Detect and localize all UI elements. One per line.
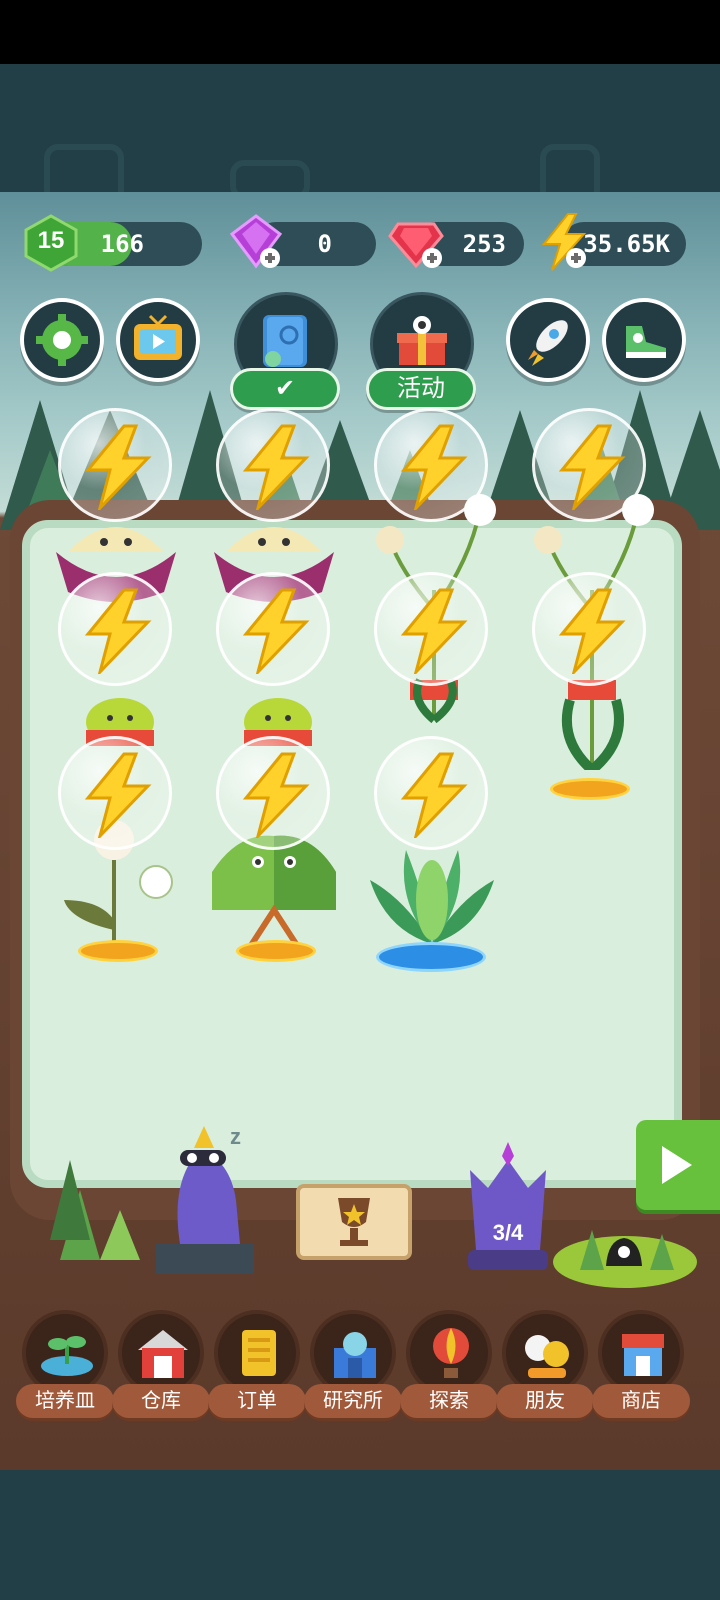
lightning-icon <box>558 588 626 674</box>
energy-bubble[interactable] <box>532 408 646 522</box>
energy-bubble[interactable] <box>532 572 646 686</box>
monster-statue-icon[interactable] <box>150 1120 260 1280</box>
statue-progress: 3/4 <box>492 1220 524 1245</box>
nav-label: 商店 <box>592 1384 690 1418</box>
barn-icon <box>138 1330 188 1378</box>
friends-icon <box>525 1335 569 1378</box>
watch-ad-button[interactable] <box>116 298 200 382</box>
shop-icon <box>622 1334 664 1376</box>
rocket-icon <box>528 320 568 366</box>
purple-gem-plus-icon[interactable] <box>226 212 286 272</box>
lightning-icon <box>400 752 468 838</box>
purple-statue-icon[interactable] <box>458 1140 558 1274</box>
lightning-icon <box>84 424 152 510</box>
nav-petri-dish[interactable]: 培养皿 <box>16 1310 114 1422</box>
plant-pot <box>550 778 630 800</box>
energy-bubble[interactable] <box>216 572 330 686</box>
energy-bubble[interactable] <box>216 736 330 850</box>
nav-friends[interactable]: 朋友 <box>496 1310 594 1422</box>
gear-icon <box>36 314 88 366</box>
energy-value: 35.65K <box>583 230 670 258</box>
pine-tree-decoration <box>50 1160 140 1260</box>
scroll-icon <box>242 1330 276 1376</box>
nav-warehouse[interactable]: 仓库 <box>112 1310 210 1422</box>
energy-bubble[interactable] <box>58 736 172 850</box>
header-pattern <box>0 64 720 204</box>
boost-button[interactable] <box>506 298 590 382</box>
lightning-icon <box>84 588 152 674</box>
red-gem-plus-icon[interactable] <box>386 212 446 272</box>
lightning-icon <box>84 752 152 838</box>
nav-label: 研究所 <box>304 1384 402 1418</box>
hot-air-balloon-icon <box>433 1328 469 1378</box>
nav-label: 探索 <box>400 1384 498 1418</box>
book-icon <box>263 315 307 367</box>
energy-bubble[interactable] <box>374 572 488 686</box>
nav-orders[interactable]: 订单 <box>208 1310 306 1422</box>
lightning-icon <box>558 424 626 510</box>
lab-building-icon <box>334 1332 376 1378</box>
energy-bubble[interactable] <box>216 408 330 522</box>
plant-pot-rare <box>376 942 486 972</box>
nav-label: 订单 <box>208 1384 306 1418</box>
play-arrow-icon <box>662 1146 692 1184</box>
nest-creature-icon[interactable] <box>550 1210 700 1290</box>
lightning-icon <box>242 424 310 510</box>
sleep-mark: z <box>230 1124 241 1149</box>
xp-value: 166 <box>100 230 144 258</box>
sneaker-icon <box>626 326 666 358</box>
nav-label: 培养皿 <box>16 1384 114 1418</box>
footer-pattern <box>0 1470 720 1600</box>
status-bar <box>0 0 720 64</box>
lightning-icon <box>242 588 310 674</box>
nav-shop[interactable]: 商店 <box>592 1310 690 1422</box>
energy-bubble[interactable] <box>374 736 488 850</box>
nav-explore[interactable]: 探索 <box>400 1310 498 1422</box>
nav-research[interactable]: 研究所 <box>304 1310 402 1422</box>
level-number: 15 <box>37 227 65 254</box>
bush-creature-icon <box>212 835 336 952</box>
energy-bubble[interactable] <box>374 408 488 522</box>
aloe-plant-icon <box>370 850 494 944</box>
gift-box-icon <box>397 316 447 365</box>
shoe-button[interactable] <box>602 298 686 382</box>
settings-button[interactable] <box>20 298 104 382</box>
energy-bubble[interactable] <box>58 572 172 686</box>
next-button[interactable] <box>636 1120 720 1210</box>
energy-bubble[interactable] <box>58 408 172 522</box>
plant-pot <box>78 940 158 962</box>
energy-plus-icon[interactable] <box>534 212 594 272</box>
trophy-signboard[interactable] <box>296 1184 412 1260</box>
red-gem-value: 253 <box>462 230 506 258</box>
nav-label: 仓库 <box>112 1384 210 1418</box>
trophy-icon <box>338 1198 370 1246</box>
lightning-icon <box>400 588 468 674</box>
lightning-icon <box>242 752 310 838</box>
purple-gem-value: 0 <box>317 230 332 258</box>
tv-play-icon <box>134 314 182 360</box>
nav-label: 朋友 <box>496 1384 594 1418</box>
sprout-dish-icon <box>41 1336 93 1376</box>
plant-pot <box>236 940 316 962</box>
lightning-icon <box>400 424 468 510</box>
